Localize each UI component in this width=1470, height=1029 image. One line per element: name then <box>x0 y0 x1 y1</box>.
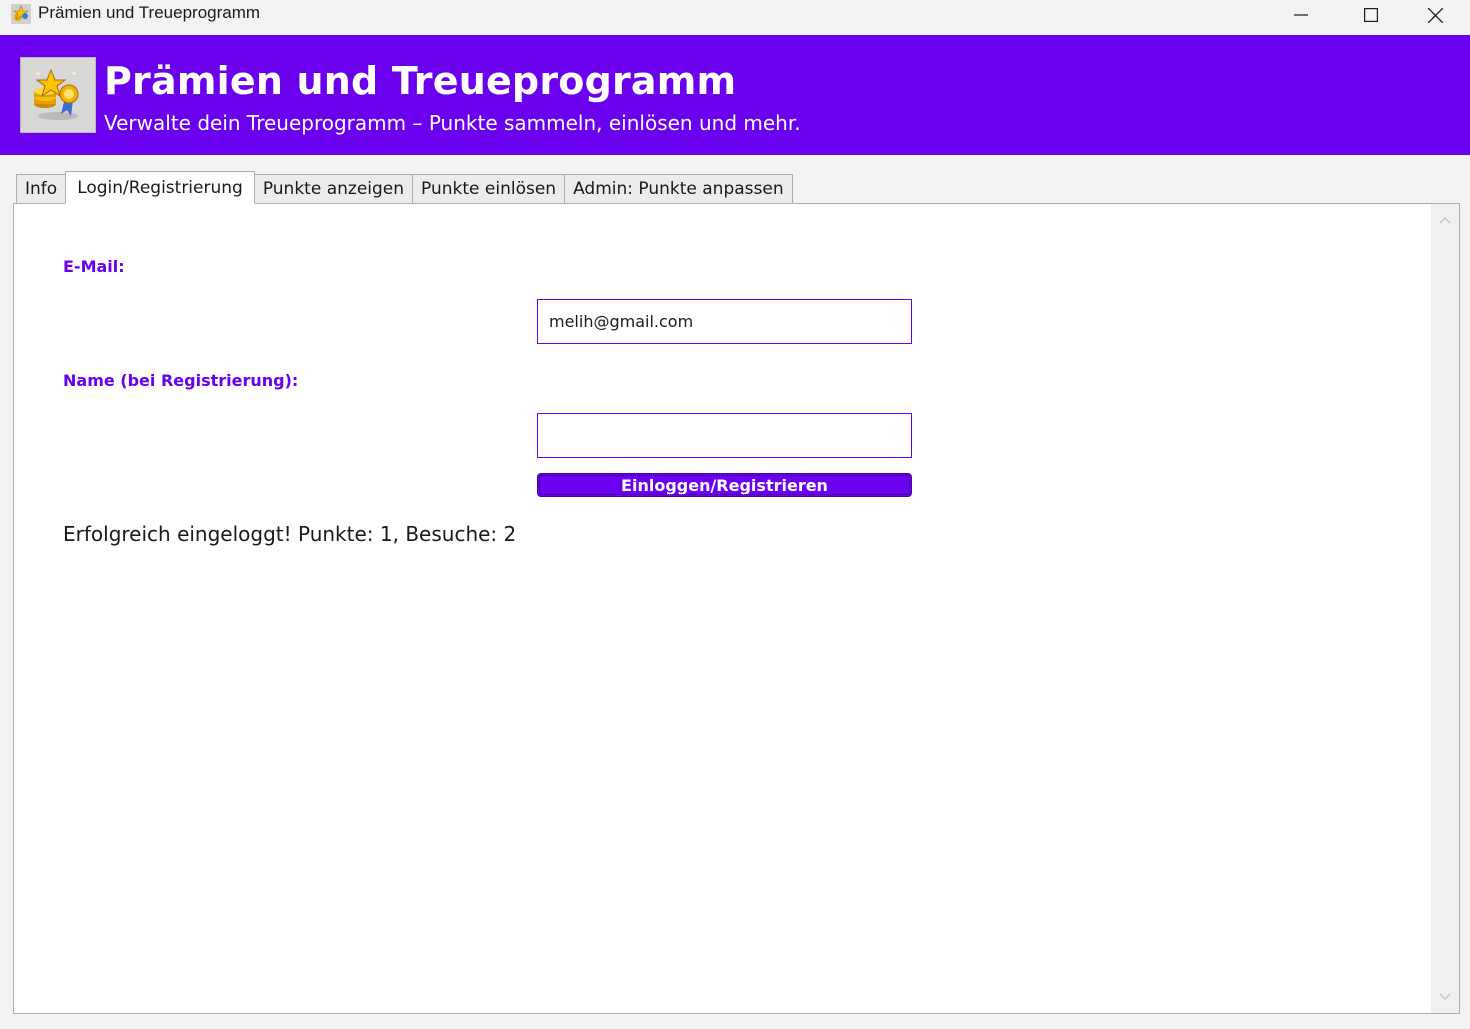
close-icon <box>1427 7 1443 23</box>
svg-text:✦: ✦ <box>35 70 41 78</box>
close-button[interactable] <box>1400 0 1470 30</box>
scroll-down-icon[interactable] <box>1439 993 1451 1001</box>
window-titlebar: Prämien und Treueprogramm <box>0 0 1470 35</box>
email-label: E-Mail: <box>63 257 125 276</box>
header-subtitle: Verwalte dein Treueprogramm – Punkte sam… <box>104 111 801 135</box>
minimize-button[interactable] <box>1266 0 1336 30</box>
minimize-icon <box>1294 14 1308 16</box>
tab-login-registrierung[interactable]: Login/Registrierung <box>65 171 255 204</box>
window-title: Prämien und Treueprogramm <box>38 3 261 22</box>
header-banner: ✦ ✦ Prämien und Treueprogramm Verwalte d… <box>0 35 1470 155</box>
vertical-scrollbar[interactable] <box>1431 204 1459 1013</box>
tab-admin-punkte-anpassen[interactable]: Admin: Punkte anpassen <box>564 174 793 204</box>
name-label: Name (bei Registrierung): <box>63 371 299 390</box>
tab-punkte-anzeigen[interactable]: Punkte anzeigen <box>254 174 413 204</box>
svg-text:✦: ✦ <box>71 70 77 78</box>
header-title: Prämien und Treueprogramm <box>104 59 737 103</box>
tab-punkte-einloesen[interactable]: Punkte einlösen <box>412 174 565 204</box>
status-message: Erfolgreich eingeloggt! Punkte: 1, Besuc… <box>63 522 517 546</box>
maximize-button[interactable] <box>1336 0 1406 30</box>
reward-medal-icon: ✦ ✦ <box>34 68 79 120</box>
login-register-button[interactable]: Einloggen/Registrieren <box>537 473 912 497</box>
email-field[interactable]: melih@gmail.com <box>537 299 912 344</box>
scroll-up-icon[interactable] <box>1439 216 1451 224</box>
maximize-icon <box>1364 8 1378 22</box>
tab-info[interactable]: Info <box>16 174 66 204</box>
tab-content-panel: E-Mail: melih@gmail.com Name (bei Regist… <box>13 203 1460 1014</box>
logo: ✦ ✦ <box>20 57 96 133</box>
tab-strip: Info Login/Registrierung Punkte anzeigen… <box>16 171 793 204</box>
app-icon <box>11 4 31 24</box>
name-field[interactable] <box>537 413 912 458</box>
